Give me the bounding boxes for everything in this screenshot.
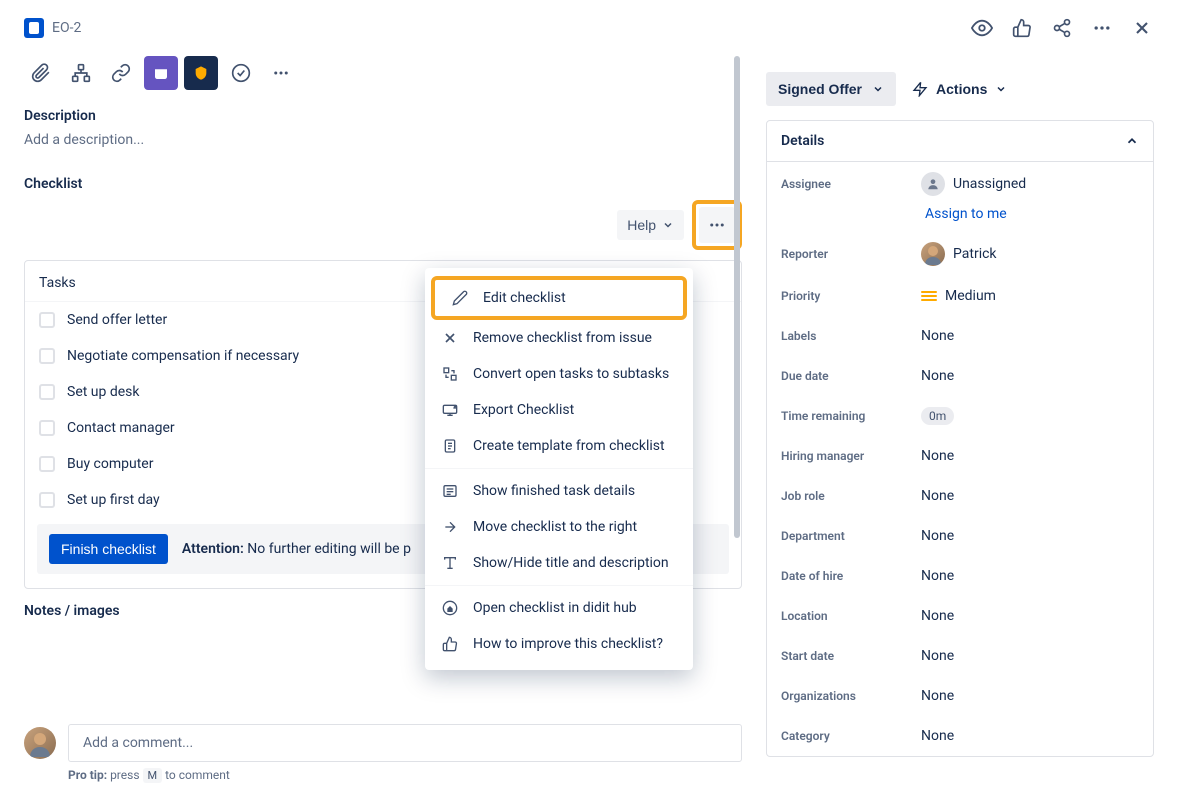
link-icon[interactable] bbox=[104, 56, 138, 90]
arrow-right-icon bbox=[441, 518, 459, 536]
checklist-tool-icon[interactable] bbox=[224, 56, 258, 90]
issue-key: EO-2 bbox=[52, 20, 81, 36]
menu-convert-subtasks[interactable]: Convert open tasks to subtasks bbox=[425, 356, 693, 392]
scrollbar[interactable] bbox=[734, 56, 742, 699]
user-avatar bbox=[24, 727, 56, 759]
menu-create-template[interactable]: Create template from checklist bbox=[425, 428, 693, 464]
export-icon bbox=[441, 401, 459, 419]
like-icon[interactable] bbox=[1010, 16, 1034, 40]
convert-icon bbox=[441, 365, 459, 383]
chevron-up-icon bbox=[1125, 134, 1139, 148]
issue-type-icon bbox=[24, 18, 44, 38]
list-icon bbox=[441, 482, 459, 500]
more-icon[interactable] bbox=[1090, 16, 1114, 40]
reporter-avatar bbox=[921, 242, 945, 266]
comment-area: Add a comment... Pro tip: press M to com… bbox=[24, 724, 742, 789]
share-icon[interactable] bbox=[1050, 16, 1074, 40]
watch-icon[interactable] bbox=[970, 16, 994, 40]
breadcrumb[interactable]: EO-2 bbox=[24, 18, 81, 38]
side-column: Signed Offer Actions Details Assignee Un… bbox=[766, 56, 1178, 789]
department-row[interactable]: DepartmentNone bbox=[767, 516, 1153, 556]
jobrole-row[interactable]: Job roleNone bbox=[767, 476, 1153, 516]
attention-text: Attention: No further editing will be p bbox=[182, 541, 411, 557]
template-icon bbox=[441, 437, 459, 455]
toolbar-more-icon[interactable] bbox=[264, 56, 298, 90]
x-icon bbox=[441, 329, 459, 347]
checkbox-icon[interactable] bbox=[39, 312, 55, 328]
details-panel: Details Assignee Unassigned Assign to me… bbox=[766, 120, 1154, 757]
description-input[interactable]: Add a description... bbox=[24, 132, 742, 148]
category-row[interactable]: CategoryNone bbox=[767, 716, 1153, 756]
description-label: Description bbox=[24, 108, 742, 124]
app-icon-shield[interactable] bbox=[184, 56, 218, 90]
checklist-label: Checklist bbox=[24, 176, 742, 192]
child-issue-icon[interactable] bbox=[64, 56, 98, 90]
menu-remove-checklist[interactable]: Remove checklist from issue bbox=[425, 320, 693, 356]
thumbs-up-icon bbox=[441, 635, 459, 653]
checklist-more-button[interactable] bbox=[699, 207, 735, 243]
issue-toolbar bbox=[24, 56, 742, 90]
finish-checklist-button[interactable]: Finish checklist bbox=[49, 534, 168, 564]
priority-row[interactable]: Priority Medium bbox=[767, 276, 1153, 316]
text-icon bbox=[441, 554, 459, 572]
checklist-help-button[interactable]: Help bbox=[617, 210, 684, 240]
actions-button[interactable]: Actions bbox=[912, 81, 1007, 97]
labels-row[interactable]: LabelsNone bbox=[767, 316, 1153, 356]
menu-export-checklist[interactable]: Export Checklist bbox=[425, 392, 693, 428]
hiring-row[interactable]: Hiring managerNone bbox=[767, 436, 1153, 476]
menu-open-hub[interactable]: Open checklist in didit hub bbox=[425, 590, 693, 626]
checkbox-icon[interactable] bbox=[39, 420, 55, 436]
assignee-row[interactable]: Assignee Unassigned bbox=[767, 162, 1153, 206]
menu-show-finished[interactable]: Show finished task details bbox=[425, 473, 693, 509]
pencil-icon bbox=[451, 289, 469, 307]
checkbox-icon[interactable] bbox=[39, 456, 55, 472]
assign-to-me-link[interactable]: Assign to me bbox=[911, 206, 1153, 232]
details-header[interactable]: Details bbox=[767, 121, 1153, 162]
comment-input[interactable]: Add a comment... bbox=[68, 724, 742, 762]
duedate-row[interactable]: Due dateNone bbox=[767, 356, 1153, 396]
dateofhire-row[interactable]: Date of hireNone bbox=[767, 556, 1153, 596]
reporter-row[interactable]: Reporter Patrick bbox=[767, 232, 1153, 276]
checkbox-icon[interactable] bbox=[39, 348, 55, 364]
orgs-row[interactable]: OrganizationsNone bbox=[767, 676, 1153, 716]
menu-move-right[interactable]: Move checklist to the right bbox=[425, 509, 693, 545]
location-row[interactable]: LocationNone bbox=[767, 596, 1153, 636]
close-icon[interactable] bbox=[1130, 16, 1154, 40]
checklist-dropdown-menu: Edit checklist Remove checklist from iss… bbox=[425, 268, 693, 670]
time-badge: 0m bbox=[921, 407, 954, 425]
startdate-row[interactable]: Start dateNone bbox=[767, 636, 1153, 676]
menu-edit-checklist[interactable]: Edit checklist bbox=[431, 276, 687, 320]
checkbox-icon[interactable] bbox=[39, 384, 55, 400]
home-icon bbox=[441, 599, 459, 617]
checkbox-icon[interactable] bbox=[39, 492, 55, 508]
timeremaining-row[interactable]: Time remaining0m bbox=[767, 396, 1153, 436]
app-icon-purple[interactable] bbox=[144, 56, 178, 90]
menu-improve[interactable]: How to improve this checklist? bbox=[425, 626, 693, 662]
pro-tip: Pro tip: press M to comment bbox=[68, 768, 742, 783]
unassigned-icon bbox=[921, 172, 945, 196]
status-button[interactable]: Signed Offer bbox=[766, 72, 896, 106]
menu-show-hide-title[interactable]: Show/Hide title and description bbox=[425, 545, 693, 581]
priority-medium-icon bbox=[921, 291, 937, 301]
issue-header: EO-2 bbox=[0, 0, 1178, 56]
header-actions bbox=[970, 16, 1154, 40]
attach-icon[interactable] bbox=[24, 56, 58, 90]
